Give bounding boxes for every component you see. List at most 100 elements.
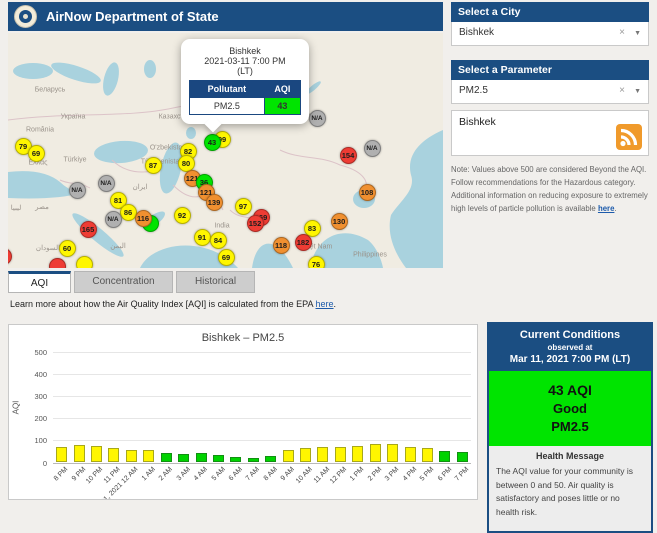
popup-pollutant-value: PM2.5 bbox=[190, 98, 265, 115]
aqi-marker[interactable]: 76 bbox=[308, 256, 325, 269]
note-here-link[interactable]: here bbox=[598, 204, 614, 213]
chart-plot-area bbox=[53, 352, 471, 463]
observed-at-label: observed at bbox=[492, 343, 648, 352]
aqi-marker[interactable]: 69 bbox=[28, 145, 45, 162]
chart-bar[interactable] bbox=[265, 456, 276, 462]
aqi-marker[interactable]: 60 bbox=[59, 240, 76, 257]
tab-aqi[interactable]: AQI bbox=[8, 271, 71, 293]
aqi-marker[interactable]: 69 bbox=[218, 249, 235, 266]
aqi-marker[interactable]: 97 bbox=[235, 198, 252, 215]
chart-bar[interactable] bbox=[387, 444, 398, 462]
city-select-panel: Select a City Bishkek × ▼ bbox=[451, 2, 649, 46]
chart-bar[interactable] bbox=[248, 458, 259, 462]
chart-bar[interactable] bbox=[283, 450, 294, 462]
chart-gridline bbox=[53, 396, 471, 397]
map-place-label: Беларусь bbox=[35, 87, 66, 94]
parameter-caret-down-icon[interactable]: ▼ bbox=[634, 81, 641, 103]
aqi-marker[interactable]: 182 bbox=[295, 234, 312, 251]
aqi-value: 43 AQI bbox=[493, 382, 647, 398]
city-clear-icon[interactable]: × bbox=[619, 22, 625, 44]
tab-concentration[interactable]: Concentration bbox=[74, 271, 173, 293]
aqi-marker[interactable]: 154 bbox=[340, 147, 357, 164]
chart-bar[interactable] bbox=[126, 450, 137, 462]
aqi-marker[interactable]: 84 bbox=[210, 232, 227, 249]
chart-bar[interactable] bbox=[161, 453, 172, 462]
chart-y-axis-label: AQI bbox=[11, 401, 20, 415]
health-message-block: Health Message The AQI value for your co… bbox=[489, 446, 651, 531]
parameter-select-dropdown[interactable]: PM2.5 × ▼ bbox=[451, 80, 649, 104]
epa-info-text: Learn more about how the Air Quality Ind… bbox=[10, 299, 316, 309]
popup-city: Bishkek bbox=[189, 46, 301, 56]
aqi-marker-na[interactable]: N/A bbox=[309, 110, 326, 127]
aqi-value-block: 43 AQI Good PM2.5 bbox=[489, 371, 651, 446]
parameter-select-value: PM2.5 bbox=[459, 85, 488, 96]
aqi-note: Note: Values above 500 are considered Be… bbox=[451, 164, 651, 215]
epa-info-line: Learn more about how the Air Quality Ind… bbox=[10, 299, 336, 309]
chart-bar[interactable] bbox=[457, 452, 468, 462]
chart-bar[interactable] bbox=[317, 447, 328, 462]
aqi-marker-na[interactable]: N/A bbox=[364, 140, 381, 157]
aqi-marker-na[interactable]: N/A bbox=[105, 211, 122, 228]
map-place-label: România bbox=[26, 127, 54, 134]
chart-bar[interactable] bbox=[352, 446, 363, 462]
chart-bar[interactable] bbox=[422, 448, 433, 462]
aqi-marker[interactable]: 139 bbox=[206, 194, 223, 211]
aqi-note-period: . bbox=[614, 204, 616, 213]
chart-bar[interactable] bbox=[108, 448, 119, 462]
chart-y-tick: 200 bbox=[19, 414, 47, 423]
parameter-clear-icon[interactable]: × bbox=[619, 80, 625, 102]
map-place-label: Türkiye bbox=[64, 157, 87, 164]
chart-bar[interactable] bbox=[370, 444, 381, 462]
chart-bar[interactable] bbox=[300, 448, 311, 462]
aqi-marker[interactable]: 43 bbox=[204, 134, 221, 151]
chart-bar[interactable] bbox=[56, 447, 67, 462]
chart-bar[interactable] bbox=[91, 446, 102, 462]
aqi-marker[interactable]: 165 bbox=[80, 221, 97, 238]
city-caret-down-icon[interactable]: ▼ bbox=[634, 23, 641, 45]
aqi-marker[interactable]: 108 bbox=[359, 184, 376, 201]
chart-bar[interactable] bbox=[439, 451, 450, 462]
city-select-title: Select a City bbox=[451, 2, 649, 22]
rss-feed-icon[interactable] bbox=[616, 124, 642, 150]
popup-aqi-value: 43 bbox=[264, 98, 300, 115]
epa-here-link[interactable]: here bbox=[316, 299, 334, 309]
aqi-marker[interactable]: 91 bbox=[194, 229, 211, 246]
aqi-marker[interactable]: 152 bbox=[247, 215, 264, 232]
aqi-marker[interactable]: 118 bbox=[273, 237, 290, 254]
aqi-marker[interactable]: 130 bbox=[331, 213, 348, 230]
rss-feed-box: Bishkek bbox=[451, 110, 649, 156]
aqi-marker[interactable] bbox=[49, 258, 66, 269]
aqi-marker[interactable]: 80 bbox=[178, 155, 195, 172]
chart-bar[interactable] bbox=[143, 450, 154, 462]
city-select-value: Bishkek bbox=[459, 27, 494, 38]
map[interactable]: БеларусьУкраїнаRomâniaКазахстанΕλλάςTürk… bbox=[8, 33, 443, 268]
current-conditions-panel: Current Conditions observed at Mar 11, 2… bbox=[487, 322, 653, 533]
app-title: AirNow Department of State bbox=[46, 9, 219, 24]
chart-gridline bbox=[53, 463, 471, 464]
aqi-marker-na[interactable]: N/A bbox=[98, 175, 115, 192]
map-place-label: Philippines bbox=[353, 252, 387, 259]
chart-bar[interactable] bbox=[213, 455, 224, 462]
map-place-label: ليبيا bbox=[11, 204, 22, 212]
map-place-label: السودان bbox=[36, 244, 60, 252]
chart-bar[interactable] bbox=[230, 457, 241, 462]
aqi-marker-na[interactable]: N/A bbox=[69, 182, 86, 199]
popup-col-pollutant: Pollutant bbox=[190, 81, 265, 98]
aqi-marker[interactable]: 86 bbox=[120, 204, 137, 221]
map-place-label: Україна bbox=[61, 114, 86, 121]
aqi-marker[interactable]: 87 bbox=[145, 157, 162, 174]
chart-bar[interactable] bbox=[405, 447, 416, 462]
tab-historical[interactable]: Historical bbox=[176, 271, 255, 293]
chart-bar[interactable] bbox=[74, 445, 85, 462]
city-select-dropdown[interactable]: Bishkek × ▼ bbox=[451, 22, 649, 46]
chart-bar[interactable] bbox=[178, 454, 189, 462]
parameter-select-title: Select a Parameter bbox=[451, 60, 649, 80]
aqi-marker[interactable]: 116 bbox=[135, 210, 152, 227]
map-place-label: اليمن bbox=[110, 242, 126, 250]
chart-bar[interactable] bbox=[196, 453, 207, 462]
parameter-select-panel: Select a Parameter PM2.5 × ▼ bbox=[451, 60, 649, 104]
aqi-marker[interactable]: 92 bbox=[174, 207, 191, 224]
aqi-marker[interactable] bbox=[76, 256, 93, 269]
map-popup: Bishkek 2021-03-11 7:00 PM (LT) Pollutan… bbox=[181, 39, 309, 124]
chart-bar[interactable] bbox=[335, 447, 346, 462]
